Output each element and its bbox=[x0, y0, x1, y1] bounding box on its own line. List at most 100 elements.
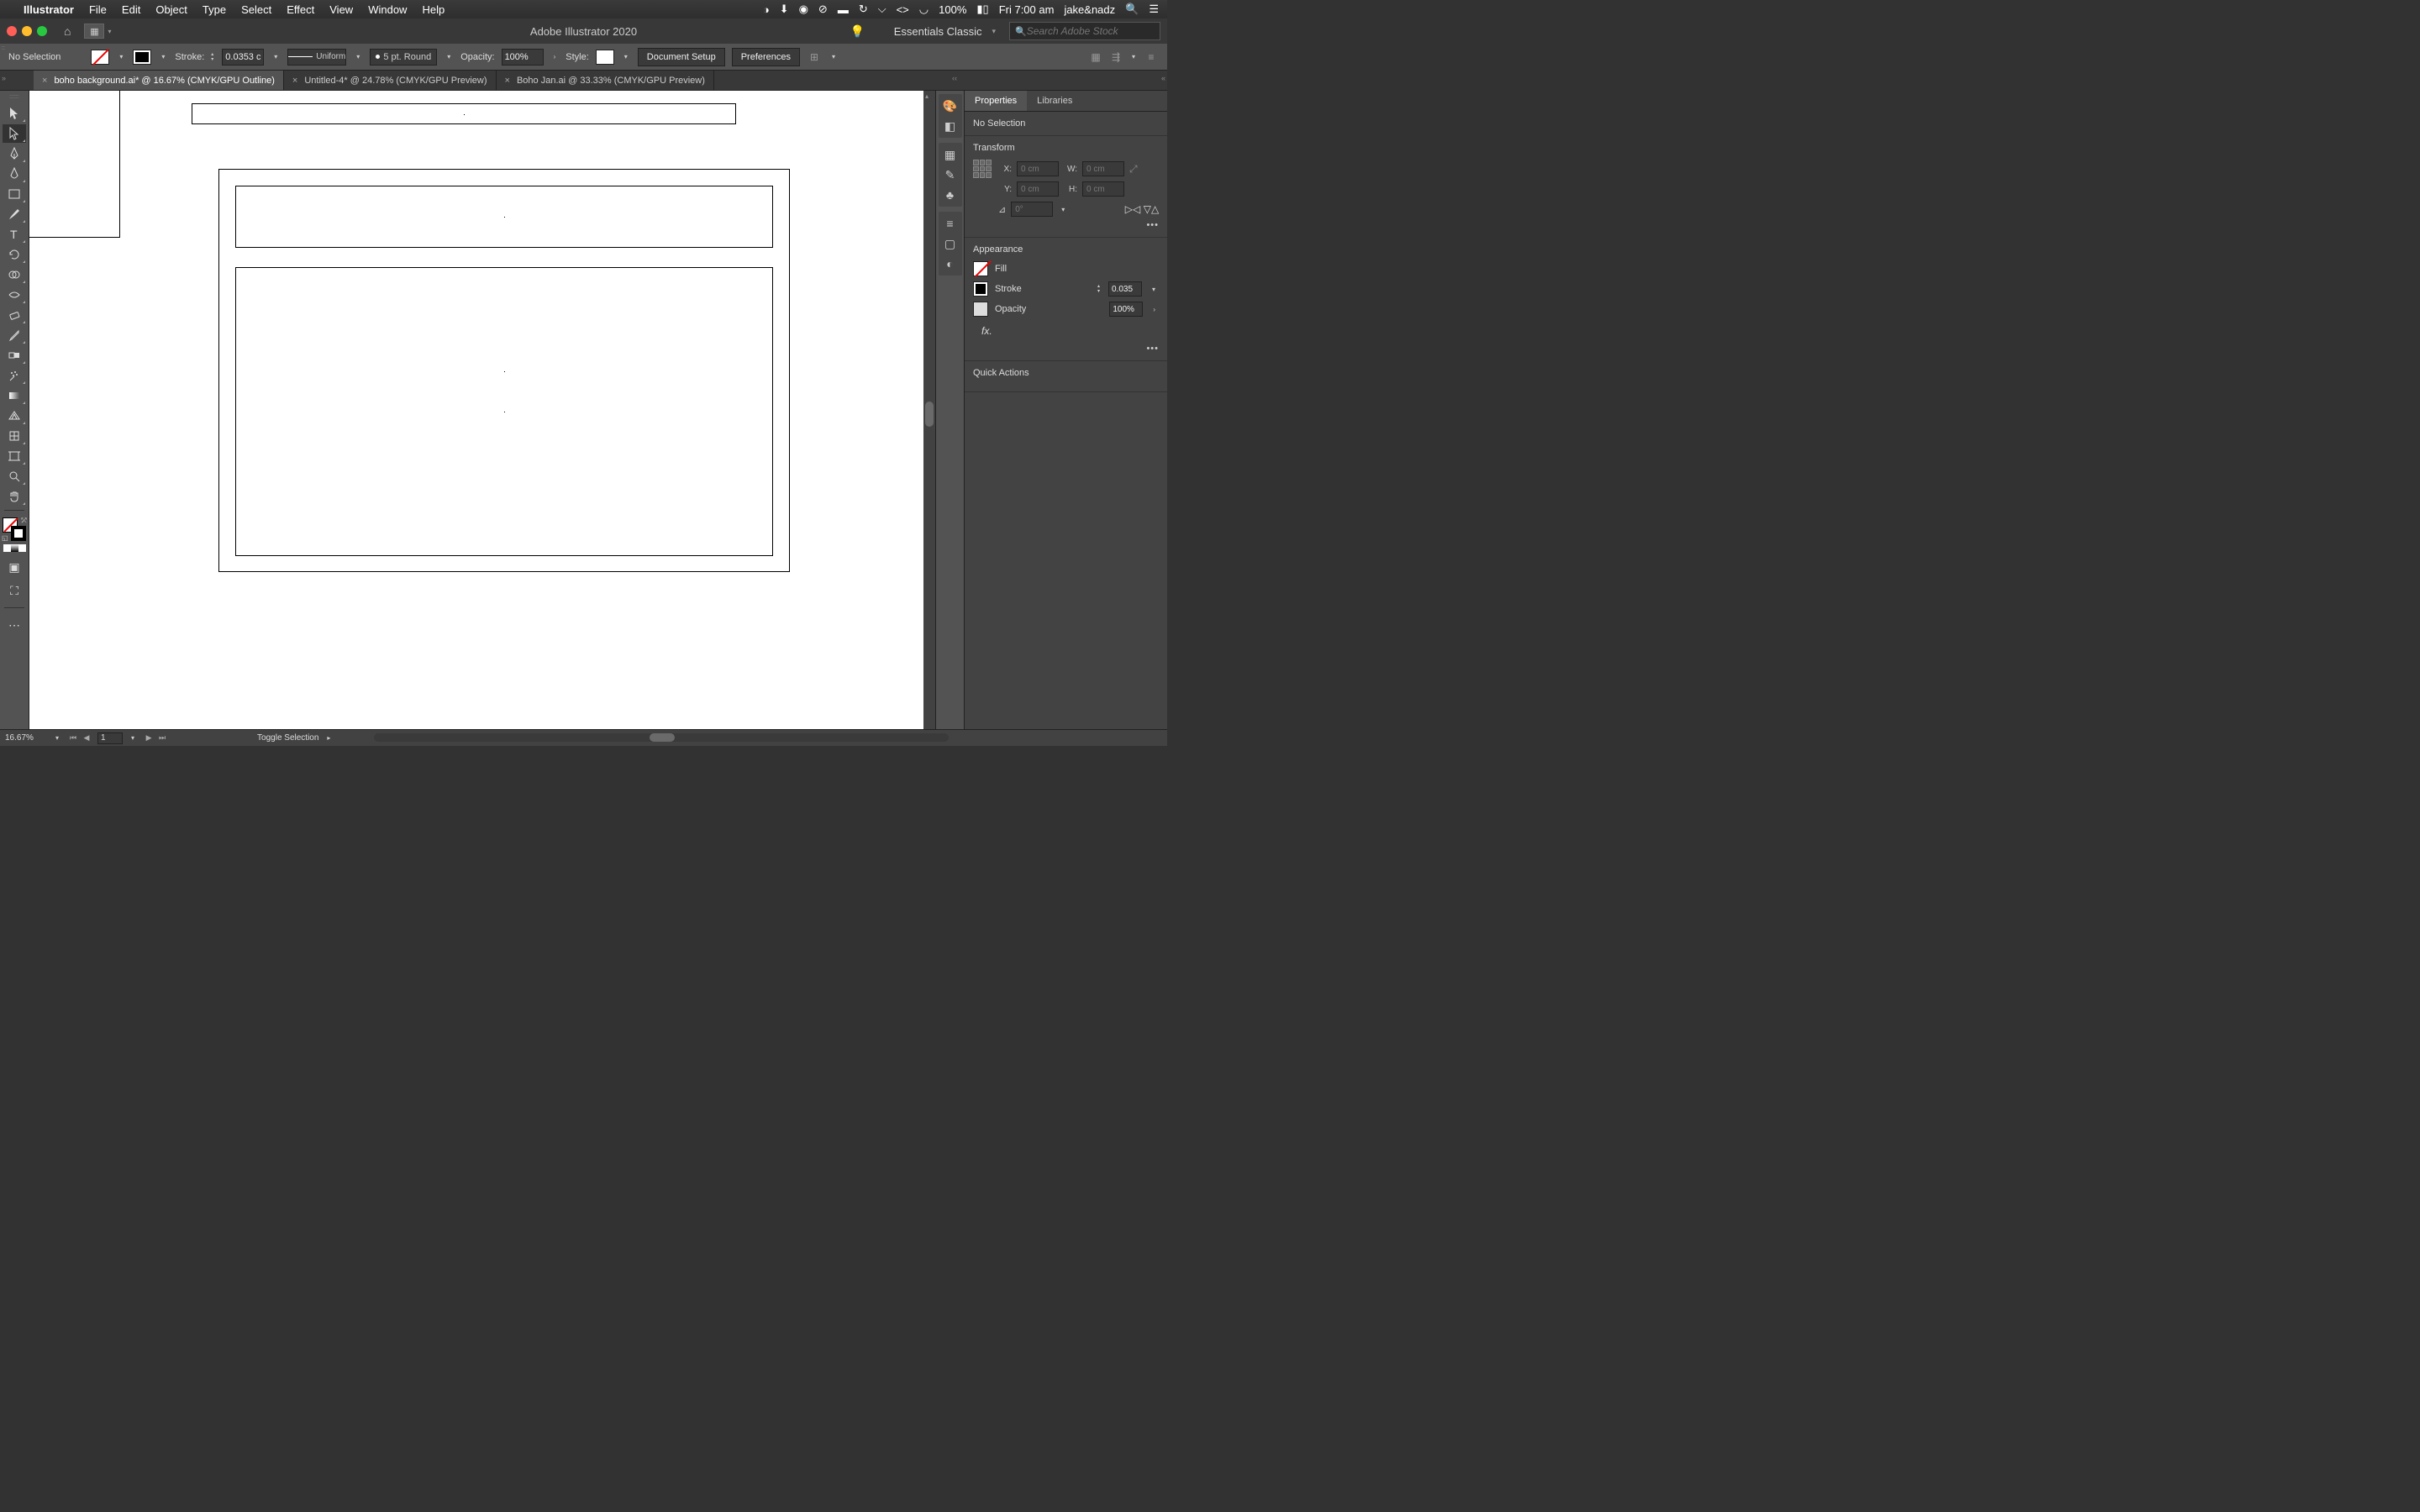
brush-dropdown[interactable]: ▾ bbox=[447, 53, 450, 60]
rotate-input[interactable]: 0° bbox=[1011, 202, 1053, 217]
flip-horizontal-button[interactable]: ▷◁ bbox=[1125, 202, 1140, 217]
menu-file[interactable]: File bbox=[89, 3, 107, 16]
stroke-weight-input[interactable] bbox=[222, 49, 264, 66]
display-icon[interactable]: ▬ bbox=[838, 3, 849, 16]
artboard-partial[interactable] bbox=[29, 91, 120, 238]
stroke-profile[interactable]: Uniform bbox=[287, 49, 346, 66]
stock-search-input[interactable] bbox=[1027, 25, 1153, 37]
tools-handle[interactable]: :::::: bbox=[9, 94, 19, 100]
tab-properties[interactable]: Properties bbox=[965, 91, 1027, 111]
color-mode-gradient[interactable] bbox=[11, 544, 18, 552]
rotate-dropdown[interactable]: ▾ bbox=[1061, 206, 1065, 213]
w-input[interactable]: 0 cm bbox=[1082, 161, 1124, 176]
transparency-panel-icon[interactable]: ◐ bbox=[940, 255, 960, 273]
status-icon-3[interactable]: ⊘ bbox=[818, 3, 828, 16]
stroke-swatch[interactable] bbox=[133, 50, 151, 65]
align-to-button[interactable]: ⊞ bbox=[807, 50, 822, 65]
last-artboard-button[interactable]: ⏭ bbox=[156, 732, 168, 744]
reference-point[interactable] bbox=[973, 160, 992, 178]
artboard-number[interactable]: 1 bbox=[97, 732, 123, 744]
wifi-icon[interactable]: ◡ bbox=[919, 3, 929, 16]
document-tab-2[interactable]: × Untitled-4* @ 24.78% (CMYK/GPU Preview… bbox=[284, 71, 497, 90]
appearance-stroke-dropdown[interactable]: ▾ bbox=[1152, 286, 1155, 293]
eraser-tool[interactable] bbox=[3, 306, 26, 324]
symbols-panel-icon[interactable]: ♣ bbox=[940, 186, 960, 204]
control-bar-handle[interactable]: :: bbox=[2, 45, 5, 51]
transform-more[interactable]: ••• bbox=[973, 220, 1159, 230]
isolate-button[interactable]: ▦ bbox=[1088, 50, 1103, 65]
curvature-tool[interactable] bbox=[3, 165, 26, 183]
prev-artboard-button[interactable]: ◀ bbox=[81, 732, 92, 744]
status-icon-2[interactable]: ◉ bbox=[799, 3, 808, 16]
edit-toolbar-button[interactable]: ⋯ bbox=[3, 616, 26, 634]
workspace-switcher[interactable]: Essentials Classic ▾ bbox=[894, 25, 999, 38]
menu-select[interactable]: Select bbox=[241, 3, 271, 16]
close-tab-icon[interactable]: × bbox=[42, 76, 47, 86]
menu-type[interactable]: Type bbox=[203, 3, 226, 16]
appearance-stroke-swatch[interactable] bbox=[973, 281, 988, 297]
canvas-rectangle-1[interactable] bbox=[192, 103, 736, 124]
mesh-tool[interactable] bbox=[3, 427, 26, 445]
scroll-up-icon[interactable]: ▴ bbox=[925, 92, 929, 100]
screen-mode-button[interactable]: ⛶ bbox=[3, 581, 26, 600]
collapse-dock[interactable]: ‹‹ bbox=[952, 74, 957, 82]
zoom-level[interactable]: 16.67% bbox=[5, 733, 47, 743]
clock[interactable]: Fri 7:00 am bbox=[999, 3, 1055, 16]
edit-button[interactable]: ⇶ bbox=[1108, 50, 1123, 65]
h-input[interactable]: 0 cm bbox=[1082, 181, 1124, 197]
fill-stroke-control[interactable]: ⤱ ◱ bbox=[3, 517, 26, 541]
opacity-dropdown[interactable]: › bbox=[554, 53, 556, 60]
menu-effect[interactable]: Effect bbox=[287, 3, 314, 16]
pen-tool[interactable] bbox=[3, 144, 26, 163]
gradient-panel-icon[interactable]: ▢ bbox=[940, 234, 960, 253]
timemachine-icon[interactable]: ↻ bbox=[859, 3, 868, 16]
hand-tool[interactable] bbox=[3, 487, 26, 506]
appearance-fill-swatch[interactable] bbox=[973, 261, 988, 276]
shape-builder-tool[interactable] bbox=[3, 265, 26, 284]
color-panel-icon[interactable]: 🎨 bbox=[940, 97, 960, 115]
appearance-opacity-input[interactable] bbox=[1109, 302, 1143, 317]
rotate-tool[interactable] bbox=[3, 245, 26, 264]
brush-definition[interactable]: 5 pt. Round bbox=[370, 49, 437, 66]
type-tool[interactable]: T bbox=[3, 225, 26, 244]
zoom-dropdown[interactable]: ▾ bbox=[55, 734, 59, 742]
edit-dropdown[interactable]: ▾ bbox=[1132, 53, 1135, 60]
horizontal-scrollbar[interactable] bbox=[374, 733, 949, 742]
default-fill-stroke-icon[interactable]: ◱ bbox=[2, 534, 8, 542]
close-tab-icon[interactable]: × bbox=[292, 76, 297, 86]
menu-edit[interactable]: Edit bbox=[122, 3, 140, 16]
arrange-documents-button[interactable]: ▦ bbox=[84, 24, 104, 39]
y-input[interactable]: 0 cm bbox=[1017, 181, 1059, 197]
preferences-button[interactable]: Preferences bbox=[732, 48, 800, 66]
window-close[interactable] bbox=[7, 26, 17, 36]
dropbox-icon[interactable]: ⬇ bbox=[780, 3, 789, 16]
stock-search[interactable]: 🔍 bbox=[1009, 22, 1160, 40]
status-icon-1[interactable]: ◑ bbox=[763, 3, 770, 16]
scrollbar-thumb[interactable] bbox=[925, 402, 934, 427]
rectangle-tool[interactable] bbox=[3, 185, 26, 203]
user-name[interactable]: jake&nadz bbox=[1064, 3, 1115, 16]
appearance-stroke-input[interactable] bbox=[1108, 281, 1142, 297]
document-tab-3[interactable]: × Boho Jan.ai @ 33.33% (CMYK/GPU Preview… bbox=[497, 71, 714, 90]
first-artboard-button[interactable]: ⏮ bbox=[67, 732, 79, 744]
hscroll-thumb[interactable] bbox=[650, 733, 675, 742]
fx-button[interactable]: fx. bbox=[973, 322, 1159, 340]
stroke-profile-dropdown[interactable]: ▾ bbox=[356, 53, 360, 60]
appearance-opacity-dropdown[interactable]: › bbox=[1153, 306, 1155, 313]
window-minimize[interactable] bbox=[22, 26, 32, 36]
tab-libraries[interactable]: Libraries bbox=[1027, 91, 1082, 111]
menu-view[interactable]: View bbox=[329, 3, 353, 16]
status-dropdown[interactable]: ▸ bbox=[327, 734, 330, 742]
swap-fill-stroke-icon[interactable]: ⤱ bbox=[22, 517, 27, 525]
panel-menu-icon[interactable]: ≡ bbox=[1144, 50, 1159, 65]
spotlight-icon[interactable]: 🔍 bbox=[1125, 3, 1139, 16]
align-dropdown[interactable]: ▾ bbox=[832, 53, 835, 60]
battery-icon[interactable]: ▮▯ bbox=[976, 3, 988, 16]
stroke-stepper[interactable]: ▴▾ bbox=[211, 52, 213, 62]
opacity-input[interactable] bbox=[502, 49, 544, 66]
fill-swatch[interactable] bbox=[91, 50, 109, 65]
swatches-panel-icon[interactable]: ▦ bbox=[940, 145, 960, 164]
document-setup-button[interactable]: Document Setup bbox=[638, 48, 725, 66]
brushes-panel-icon[interactable]: ✎ bbox=[940, 165, 960, 184]
stroke-panel-icon[interactable]: ≡ bbox=[940, 214, 960, 233]
